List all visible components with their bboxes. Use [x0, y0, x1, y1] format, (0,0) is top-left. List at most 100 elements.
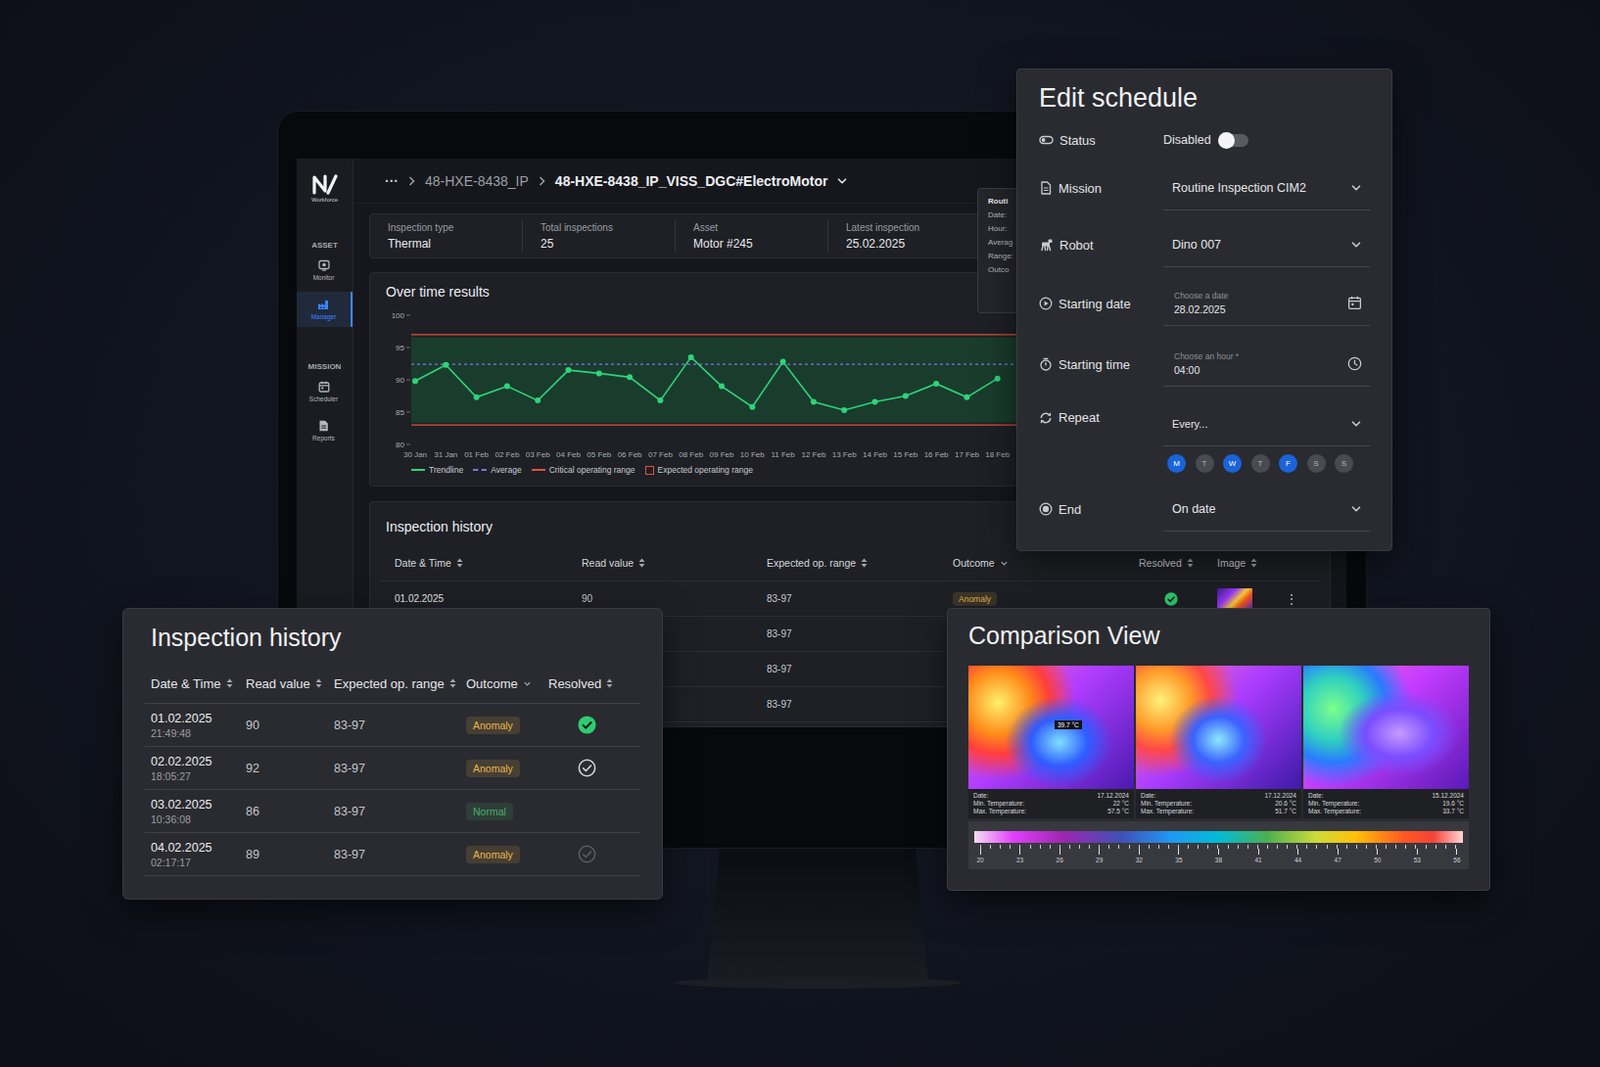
scale-label: 20: [974, 848, 987, 864]
date-field[interactable]: Choose a date 28.02.2025: [1163, 282, 1370, 327]
sort-icon[interactable]: [638, 558, 646, 568]
data-point[interactable]: [933, 380, 940, 387]
x-label: 05 Feb: [586, 450, 612, 460]
legend-item[interactable]: Expected operating range: [645, 465, 753, 475]
chevron-down-icon[interactable]: [836, 175, 848, 188]
column-header[interactable]: Date & Time: [394, 557, 582, 569]
column-header[interactable]: Image: [1217, 557, 1286, 569]
data-point[interactable]: [504, 383, 511, 390]
sort-icon[interactable]: [1250, 558, 1258, 568]
select[interactable]: Routine Inspection CIM2: [1163, 166, 1370, 211]
data-point[interactable]: [963, 394, 970, 401]
table-row[interactable]: 03.02.2025 10:36:08 86 83-97 Normal: [144, 790, 641, 834]
weekday-button[interactable]: S: [1334, 454, 1354, 473]
sort-icon[interactable]: [606, 678, 613, 689]
range-cell: 83-97: [333, 804, 467, 819]
table-row[interactable]: 04.02.2025 02:17:17 89 83-97 Anomaly: [144, 833, 641, 877]
thermal-card[interactable]: 39.7 °C Date:17.12.2024 Min. Temperature…: [968, 665, 1134, 819]
column-header[interactable]: Expected op. range: [766, 557, 953, 569]
thermal-thumbnail[interactable]: [1217, 588, 1253, 611]
data-point[interactable]: [442, 362, 449, 369]
breadcrumb-item[interactable]: 48-HXE-8438_IP: [424, 173, 529, 189]
column-header[interactable]: Expected op. range: [333, 676, 467, 692]
sort-icon[interactable]: [449, 678, 457, 689]
column-header[interactable]: Resolved: [548, 676, 641, 692]
data-point[interactable]: [810, 398, 817, 405]
data-point[interactable]: [688, 354, 695, 361]
weekday-button[interactable]: W: [1223, 454, 1242, 473]
sort-icon[interactable]: [456, 558, 464, 568]
select[interactable]: Dino 007: [1163, 223, 1370, 268]
resolved-check-icon[interactable]: [577, 715, 597, 735]
form-row: Starting date Choose a date 28.02.2025: [1038, 273, 1370, 334]
chevron-down-icon[interactable]: [1350, 503, 1363, 516]
data-point[interactable]: [412, 377, 419, 384]
sidebar-item[interactable]: Reports: [296, 413, 353, 449]
weekday-button[interactable]: M: [1167, 454, 1186, 473]
data-point[interactable]: [534, 397, 541, 404]
column-header[interactable]: Outcome: [466, 676, 549, 692]
data-point[interactable]: [626, 374, 633, 380]
y-tick: 100: [391, 311, 406, 321]
chevron-down-icon[interactable]: [1350, 238, 1363, 251]
thermal-card[interactable]: Date:15.12.2024 Min. Temperature:19.6 °C…: [1303, 665, 1469, 819]
data-point[interactable]: [902, 393, 909, 400]
filter-chevron-icon[interactable]: [999, 559, 1009, 568]
sort-icon[interactable]: [226, 678, 234, 689]
weekday-button[interactable]: F: [1278, 454, 1298, 473]
calendar-icon[interactable]: [1347, 295, 1363, 311]
breadcrumb-more-button[interactable]: ···: [384, 173, 399, 189]
data-point[interactable]: [657, 397, 663, 404]
resolved-check-icon[interactable]: [1164, 592, 1178, 607]
clock-icon[interactable]: [1347, 356, 1363, 372]
sort-icon[interactable]: [1186, 558, 1194, 568]
data-point[interactable]: [841, 407, 848, 414]
field-hint: Choose a date: [1174, 290, 1228, 301]
weekday-button[interactable]: S: [1307, 454, 1326, 473]
data-point[interactable]: [473, 394, 480, 401]
filter-chevron-icon[interactable]: [522, 679, 532, 689]
column-header[interactable]: Read value: [245, 676, 334, 692]
chevron-down-icon[interactable]: [1350, 182, 1363, 194]
legend-item[interactable]: Average: [472, 465, 522, 475]
sidebar-item[interactable]: Scheduler: [296, 374, 353, 410]
table-row[interactable]: 01.02.2025 21:49:48 90 83-97 Anomaly: [144, 704, 641, 748]
data-point[interactable]: [718, 383, 725, 390]
play-circle-icon: [1038, 296, 1053, 311]
column-header[interactable]: Outcome: [952, 557, 1139, 569]
legend-item[interactable]: Trendline: [411, 465, 464, 475]
sort-icon[interactable]: [860, 558, 868, 568]
breadcrumb-item[interactable]: 48-HXE-8438_IP_VISS_DGC#ElectroMotor: [555, 173, 829, 189]
value-cell: 86: [245, 804, 334, 819]
data-point[interactable]: [872, 398, 879, 405]
x-label: 04 Feb: [556, 450, 581, 460]
data-point[interactable]: [994, 376, 1001, 382]
select[interactable]: On date: [1163, 487, 1370, 532]
time-field[interactable]: Choose an hour * 04:00: [1163, 342, 1370, 387]
sort-icon[interactable]: [315, 678, 323, 689]
unresolved-check-icon[interactable]: [577, 845, 597, 864]
thermal-card[interactable]: Date:17.12.2024 Min. Temperature:20.6 °C…: [1135, 665, 1302, 819]
column-header[interactable]: Date & Time: [150, 676, 246, 692]
weekday-button[interactable]: T: [1251, 454, 1271, 473]
legend-item[interactable]: Critical operating range: [531, 465, 636, 475]
table-row[interactable]: 02.02.2025 18:05:27 92 83-97 Anomaly: [144, 747, 641, 791]
chevron-down-icon[interactable]: [1350, 418, 1363, 430]
column-header[interactable]: Resolved: [1138, 557, 1218, 569]
data-point[interactable]: [565, 367, 572, 374]
column-header[interactable]: Read value: [581, 557, 767, 569]
thermal-image[interactable]: 39.7 °C: [968, 665, 1134, 790]
thermal-image[interactable]: [1135, 665, 1302, 790]
data-point[interactable]: [780, 359, 787, 366]
select[interactable]: Every...: [1163, 402, 1370, 447]
weekday-button[interactable]: T: [1195, 454, 1215, 473]
sidebar-item[interactable]: Manager: [296, 291, 353, 328]
resolved-check-icon[interactable]: [577, 758, 597, 778]
logo[interactable]: Workforce: [296, 158, 353, 218]
sidebar-item[interactable]: Monitor: [296, 252, 353, 288]
row-menu-button[interactable]: ⋮: [1285, 592, 1298, 607]
data-point[interactable]: [749, 404, 755, 411]
status-toggle[interactable]: [1219, 134, 1249, 147]
thermal-image[interactable]: [1303, 665, 1469, 790]
data-point[interactable]: [596, 370, 603, 377]
